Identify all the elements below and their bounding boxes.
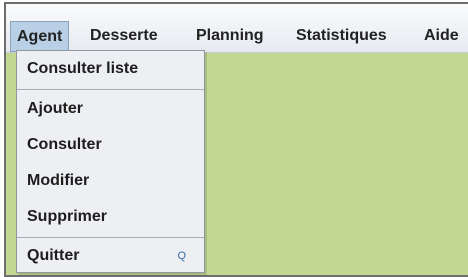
menu-separator [17,237,204,238]
menu-item-label: Consulter [27,136,102,153]
shortcut-label: Q [177,250,186,262]
menu-statistiques[interactable]: Statistiques [290,21,393,51]
menu-aide-label: Aide [424,27,459,44]
menu-agent-label: Agent [17,28,63,45]
menu-item-label: Modifier [27,172,90,189]
agent-dropdown-menu: Consulter liste Ajouter Consulter Modifi… [16,50,205,273]
menu-planning-label: Planning [196,27,264,44]
menu-item-modifier[interactable]: Modifier [17,167,204,195]
menu-desserte-label: Desserte [90,27,158,44]
menu-item-consulter-liste[interactable]: Consulter liste [17,55,204,83]
menu-item-quitter[interactable]: Quitter Q [17,242,204,270]
menu-separator [17,89,204,90]
menu-statistiques-label: Statistiques [296,27,387,44]
menu-item-ajouter[interactable]: Ajouter [17,95,204,123]
menu-item-label: Quitter [27,247,80,264]
menu-aide[interactable]: Aide [418,21,465,51]
menu-item-label: Consulter liste [27,60,139,77]
menu-bar: Agent Desserte Planning Statistiques Aid… [6,4,468,53]
menu-item-label: Supprimer [27,208,108,225]
menu-agent[interactable]: Agent [10,21,70,52]
menu-item-label: Ajouter [27,100,83,117]
menu-item-supprimer[interactable]: Supprimer [17,203,204,231]
menu-item-consulter[interactable]: Consulter [17,131,204,159]
menu-desserte[interactable]: Desserte [84,21,164,51]
menu-planning[interactable]: Planning [190,21,270,51]
app-window: Agent Desserte Planning Statistiques Aid… [4,2,468,277]
